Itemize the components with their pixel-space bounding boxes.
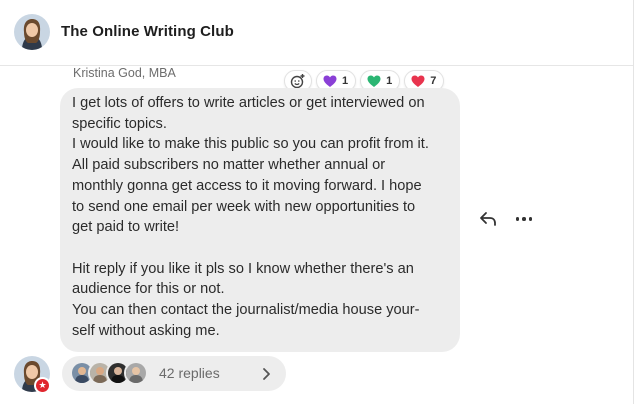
reply-arrow-icon[interactable] (478, 210, 498, 228)
message-text: I get lots of offers to write articles o… (72, 95, 429, 339)
message-bubble: I get lots of offers to write articles o… (60, 88, 460, 352)
purple-heart-icon (323, 75, 337, 87)
reaction-count: 1 (342, 75, 349, 87)
replies-count: 42 replies (159, 365, 220, 381)
chat-header: The Online Writing Club (0, 0, 634, 66)
message-author: Kristina God, MBA (73, 66, 176, 80)
green-heart-icon (367, 75, 381, 87)
add-emoji-icon (290, 74, 305, 89)
red-heart-icon (411, 75, 425, 87)
star-badge-icon: ★ (34, 377, 51, 394)
club-avatar[interactable] (14, 14, 50, 50)
more-dots-icon[interactable] (513, 210, 535, 228)
chat-title: The Online Writing Club (61, 23, 234, 40)
reply-avatar (124, 361, 148, 385)
chevron-right-icon (263, 368, 270, 380)
reaction-count: 7 (430, 75, 437, 87)
replies-button[interactable]: 42 replies (62, 356, 286, 391)
reaction-count: 1 (386, 75, 393, 87)
